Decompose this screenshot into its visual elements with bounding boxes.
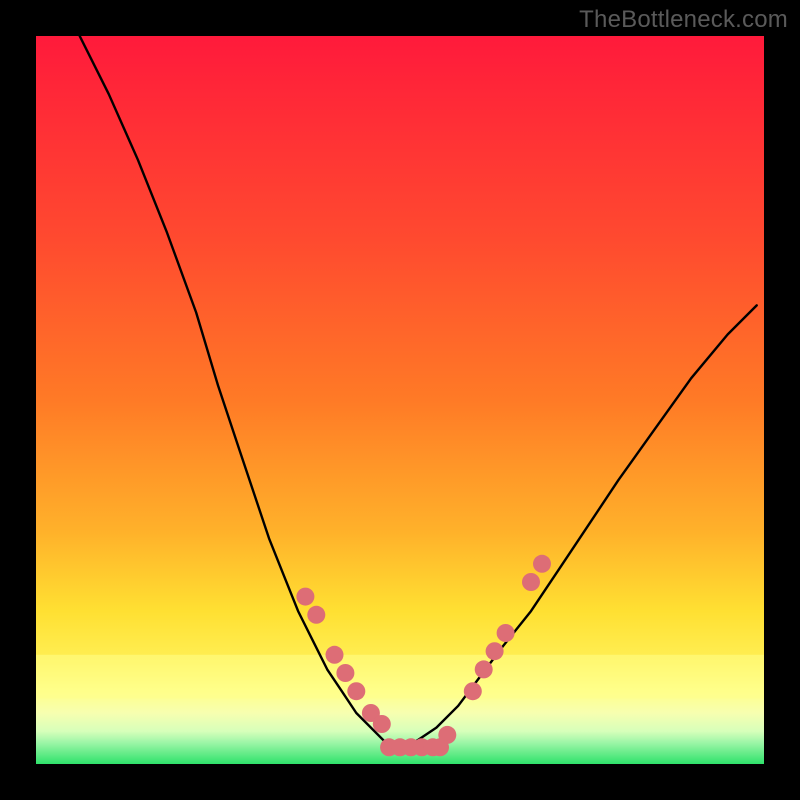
marker-point (336, 664, 354, 682)
marker-point (533, 555, 551, 573)
marker-point (438, 726, 456, 744)
marker-point (475, 660, 493, 678)
marker-point (464, 682, 482, 700)
chart-frame: TheBottleneck.com (0, 0, 800, 800)
marker-point (522, 573, 540, 591)
marker-point (296, 588, 314, 606)
marker-point (373, 715, 391, 733)
marker-point (497, 624, 515, 642)
bottleneck-chart (0, 0, 800, 800)
marker-point (486, 642, 504, 660)
marker-point (347, 682, 365, 700)
accent-band (36, 655, 764, 699)
marker-point (326, 646, 344, 664)
watermark-label: TheBottleneck.com (579, 6, 788, 34)
marker-point (307, 606, 325, 624)
